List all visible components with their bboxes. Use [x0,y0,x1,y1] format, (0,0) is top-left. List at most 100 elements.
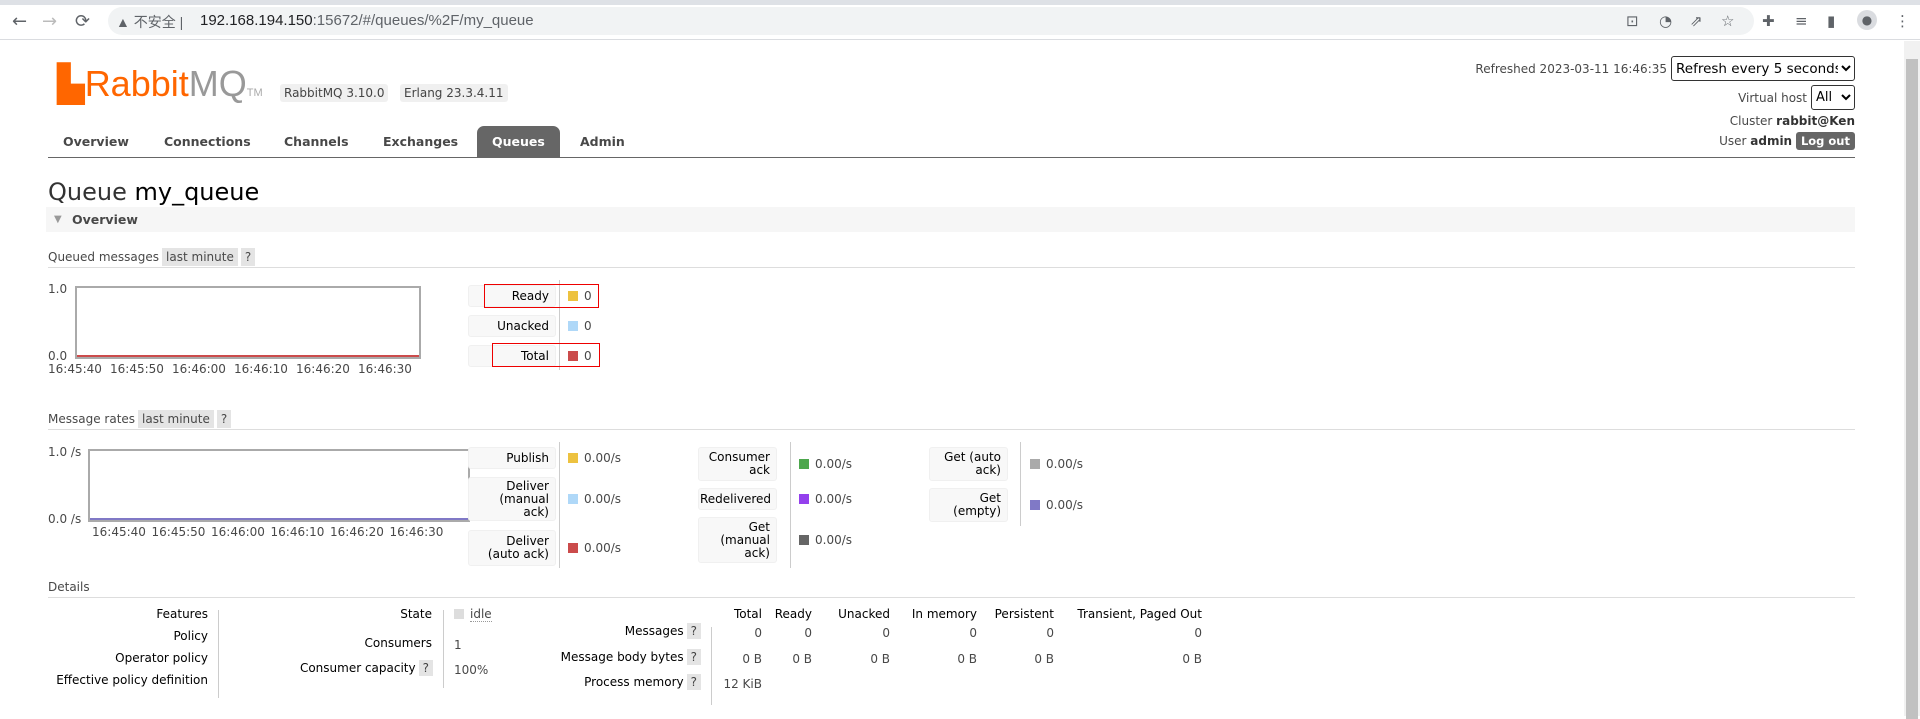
rates-divider-3 [1020,442,1021,526]
x-tick-label: 16:45:50 [110,362,164,376]
column-header: Persistent [994,607,1054,621]
rabbitmq-logo[interactable]: ▙RabbitMQTM [57,64,263,113]
erlang-badge: Erlang 23.3.4.11 [400,84,508,102]
state-indicator-icon [454,609,464,619]
cell-value: 0 B [742,652,762,666]
cell-value: 0 [1046,626,1054,640]
consumers-value: 1 [454,638,462,652]
consumer-capacity-help[interactable]: ? [418,660,433,676]
url-path: :15672/#/queues/%2F/my_queue [312,12,534,29]
details-divider-2 [443,610,444,688]
overview-section-title: Overview [72,212,138,227]
version-badge: RabbitMQ 3.10.0 [280,84,389,102]
row-help-button[interactable]: ? [686,674,701,690]
rate-value: 0.00/s [1030,498,1083,512]
rates-range-button[interactable]: last minute [138,410,214,428]
highlight-box-ready [484,284,599,308]
rate-value-text: 0.00/s [1046,498,1084,512]
x-tick-label: 16:46:20 [330,525,384,539]
cell-value: 0 B [1034,652,1054,666]
media-icon[interactable]: ≡ [1795,12,1808,30]
cell-value: 0 [804,626,812,640]
rates-help-button[interactable]: ? [216,410,232,428]
cell-value: 0 B [1182,652,1202,666]
plot-area [88,449,470,522]
url-text[interactable]: 192.168.194.150:15672/#/queues/%2F/my_qu… [200,12,534,29]
rate-value-text: 0.00/s [815,457,853,471]
column-header: In memory [911,607,977,621]
bookmark-star-icon[interactable]: ☆ [1721,12,1734,30]
tab-admin[interactable]: Admin [565,126,640,158]
rate-swatch-icon [799,459,809,469]
x-tick-label: 16:46:00 [172,362,226,376]
menu-kebab-icon[interactable]: ⋮ [1895,12,1910,30]
extensions-icon[interactable]: ✚ [1762,12,1775,30]
forward-icon[interactable]: → [42,11,57,32]
x-tick-label: 16:46:30 [389,525,444,539]
rate-label-text: Get (manual ack) [720,519,770,560]
row-label: Message body bytes? [561,649,701,665]
performance-icon[interactable]: ◔ [1659,12,1672,30]
x-tick-label: 16:46:20 [296,362,350,376]
details-label: Details [48,580,90,594]
legend-label-unacked: Unacked [468,315,556,337]
side-panel-icon[interactable]: ▮ [1827,12,1835,30]
tab-overview[interactable]: Overview [48,126,144,158]
tab-queues[interactable]: Queues [477,126,560,158]
rate-value-text: 0.00/s [584,492,622,506]
logo-text-mq: MQ [188,63,247,104]
scrollbar-thumb[interactable] [1906,59,1918,719]
rate-value: 0.00/s [799,457,852,471]
vhost-select[interactable]: All [1811,85,1855,110]
queued-help-button[interactable]: ? [240,248,256,266]
x-tick-label: 16:46:10 [234,362,288,376]
tab-exchanges[interactable]: Exchanges [368,126,473,158]
profile-avatar-icon[interactable]: ● [1857,10,1877,30]
consumer-capacity-text: Consumer capacity [299,661,416,675]
rate-label-text: Get (empty) [953,491,1001,518]
legend-count: 0 [584,319,592,333]
tab-channels[interactable]: Channels [269,126,364,158]
rate-swatch-icon [568,543,578,553]
row-help-button[interactable]: ? [686,649,701,665]
url-host: 192.168.194.150 [200,12,313,29]
y-tick-label: 1.0 [48,282,68,296]
state-text[interactable]: idle [470,607,492,622]
insecure-indicator[interactable]: ▲ 不安全 | [116,12,183,32]
plot-area [75,286,421,359]
row-help-button[interactable]: ? [686,623,701,639]
reload-icon[interactable]: ⟳ [75,11,90,32]
rate-value: 0.00/s [1030,457,1083,471]
main-nav: Overview Connections Channels Exchanges … [48,126,1855,158]
queued-messages-header: Queued messages last minute? [48,248,1855,268]
rate-label: Redelivered [698,488,777,510]
refresh-interval-select[interactable]: Refresh every 5 seconds [1671,56,1855,81]
rate-label-text: Publish [506,450,549,465]
message-rates-chart: 1.0 /s 0.0 /s 16:45:40 16:45:50 16:46:00 16:4… [48,443,470,543]
policy-labels: Features Policy Operator policy Effectiv… [48,607,208,695]
features-label: Features [156,607,208,621]
share-icon[interactable]: ⇗ [1690,12,1703,30]
legend-swatch-icon [568,321,578,331]
row-label-text: Process memory [584,675,684,689]
translate-icon[interactable]: ⊡ [1626,12,1639,30]
scrollbar[interactable] [1904,41,1920,719]
browser-toolbar: ← → ⟳ ▲ 不安全 | 192.168.194.150:15672/#/qu… [0,0,1920,40]
rate-value: 0.00/s [568,451,621,465]
x-tick-label: 16:46:30 [358,362,412,376]
cell-value: 0 B [870,652,890,666]
page-title: Queue my_queue [48,178,259,206]
queued-range-button[interactable]: last minute [162,248,238,266]
tab-connections[interactable]: Connections [149,126,266,158]
back-icon[interactable]: ← [12,11,27,32]
cell-value: 0 [882,626,890,640]
x-tick-label: 16:45:40 [92,525,146,539]
rate-label: Get (manual ack) [698,517,777,563]
overview-section-toggle[interactable]: ▼ Overview [46,207,1855,232]
details-header: Details [48,578,1855,598]
rate-label: Get (empty) [929,488,1008,522]
rate-swatch-icon [1030,500,1040,510]
column-header: Transient, Paged Out [1077,607,1202,621]
message-rates-header: Message rates last minute? [48,410,1855,430]
cell-value: 0 [1194,626,1202,640]
